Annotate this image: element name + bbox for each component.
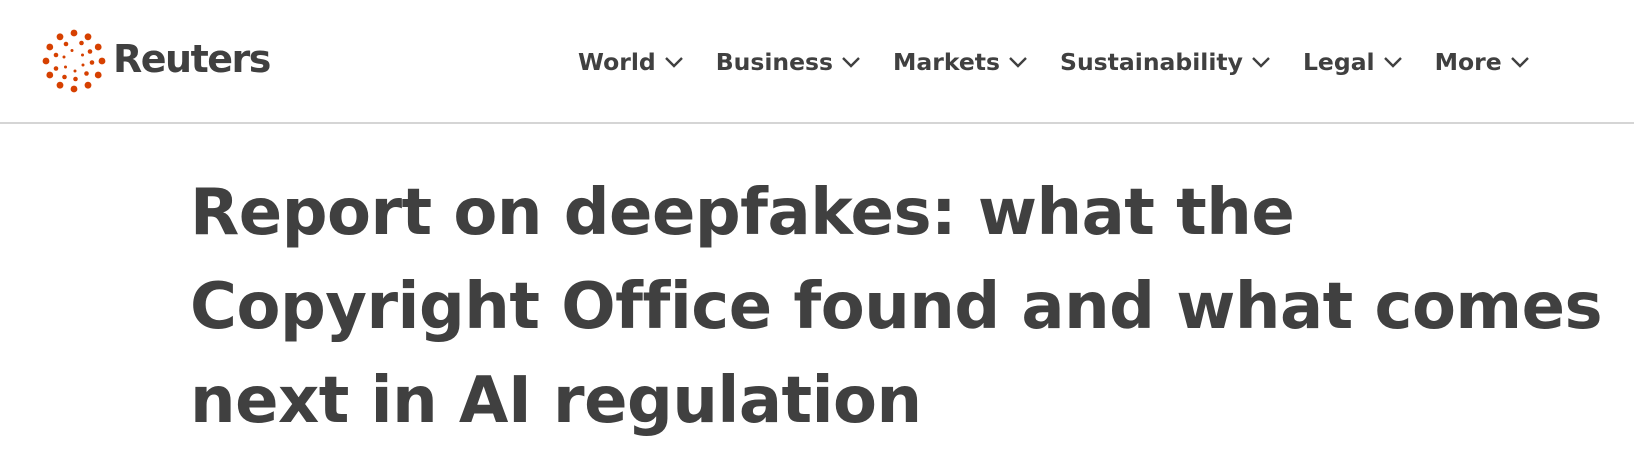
nav-item-legal[interactable]: Legal (1303, 48, 1403, 76)
nav-item-world[interactable]: World (578, 48, 684, 76)
nav-item-markets[interactable]: Markets (893, 48, 1028, 76)
chevron-down-icon (1510, 55, 1530, 69)
reuters-logo-icon (42, 29, 106, 93)
nav-item-label: Business (715, 48, 834, 76)
main-nav: World Business Markets Sustainability Le… (578, 40, 1530, 84)
chevron-down-icon (664, 55, 684, 69)
reuters-logo-link[interactable]: Reuters (42, 29, 271, 93)
article-headline: Report on deepfakes: what the Copyright … (190, 176, 1603, 438)
nav-item-label: Markets (893, 48, 1001, 76)
nav-item-label: Sustainability (1060, 48, 1243, 76)
nav-item-sustainability[interactable]: Sustainability (1060, 48, 1271, 76)
chevron-down-icon (1251, 55, 1271, 69)
nav-item-label: World (578, 48, 656, 76)
headline-container: Report on deepfakes: what the Copyright … (190, 166, 1610, 448)
nav-item-business[interactable]: Business (716, 48, 861, 76)
nav-item-label: Legal (1302, 48, 1375, 76)
nav-item-more[interactable]: More (1435, 48, 1530, 76)
chevron-down-icon (1008, 55, 1028, 69)
nav-item-label: More (1434, 48, 1502, 76)
site-header: Reuters World Business Markets Sustainab… (0, 0, 1634, 124)
chevron-down-icon (841, 55, 861, 69)
chevron-down-icon (1383, 55, 1403, 69)
brand-name: Reuters (113, 37, 271, 81)
